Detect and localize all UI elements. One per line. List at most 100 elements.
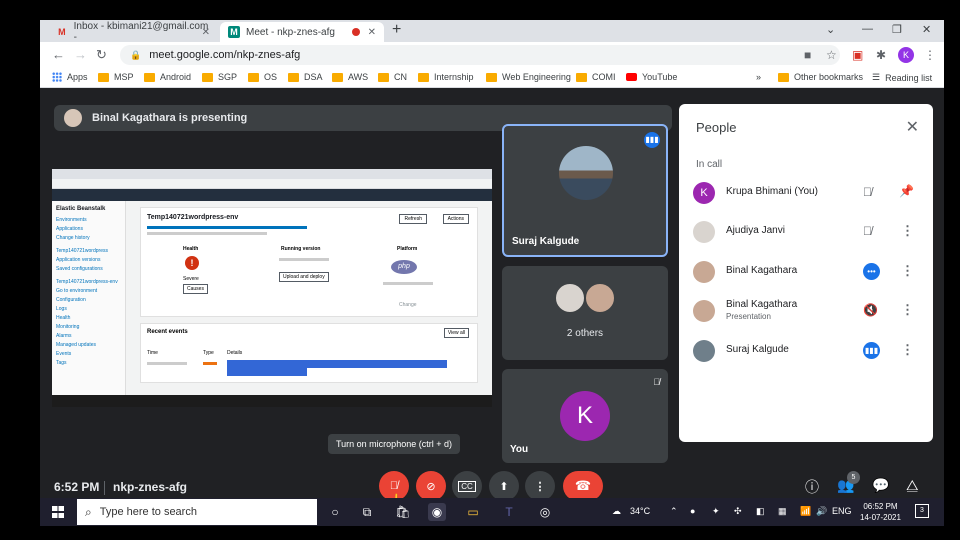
speaking-indicator-icon: ▮▮▮ [863,342,880,359]
more-options-button[interactable]: ⋮ [525,471,555,501]
meeting-time: 6:52 PM [54,480,100,494]
refresh-button: Refresh [399,214,427,224]
more-options-icon[interactable]: ⋮ [901,223,914,239]
camera-toggle-button[interactable]: ⊘ [416,471,446,501]
participant-row[interactable]: Binal Kagathara Presentation 🔇 ⋮ [693,296,923,326]
bookmark-apps[interactable]: Apps [52,72,88,82]
bookmark-aws[interactable]: AWS [332,72,368,82]
bookmark-android[interactable]: Android [144,72,191,82]
bookmark-msp[interactable]: MSP [98,72,134,82]
close-tab-icon[interactable]: ✕ [202,27,210,38]
tab-google-meet[interactable]: M Meet - nkp-znes-afg ✕ [220,22,384,42]
taskbar-search-box[interactable]: ⌕ Type here to search [77,499,317,525]
chrome-icon[interactable]: ◉ [428,503,446,521]
divider [104,481,105,495]
minimize-button[interactable]: — [862,23,873,35]
leave-call-button[interactable]: ☎ [563,471,603,501]
bookmark-cn[interactable]: CN [378,72,407,82]
language-indicator[interactable]: ENG [832,506,852,516]
tab-search-icon[interactable]: ⌄ [826,23,835,36]
bookmark-other-bookmarks[interactable]: Other bookmarks [778,72,863,82]
bookmark-internship[interactable]: Internship [418,72,474,82]
tray-app-icon[interactable]: ✣ [734,506,742,517]
microphone-tooltip: Turn on microphone (ctrl + d) [328,434,460,454]
sidebar-item: Temp140721wordpress [56,248,108,254]
close-window-button[interactable]: ✕ [922,23,931,36]
reading-list-button[interactable]: ☰ Reading list [872,72,932,83]
bookmark-os[interactable]: OS [248,72,277,82]
more-options-icon[interactable]: ⋮ [901,342,914,358]
causes-button: Causes [183,284,208,294]
folder-icon [332,72,343,82]
forward-icon[interactable]: → [74,47,87,62]
participant-row[interactable]: Suraj Kalgude ▮▮▮ ⋮ [693,336,923,366]
star-icon[interactable]: ☆ [826,48,837,62]
tray-chevron-icon[interactable]: ⌃ [670,506,678,517]
new-tab-button[interactable]: + [392,21,401,39]
present-now-button[interactable]: ⬆ [489,471,519,501]
notification-center-icon[interactable]: 3 [915,504,929,518]
participant-subtitle: Presentation [726,312,771,321]
close-tab-icon[interactable]: ✕ [368,27,376,38]
participant-row[interactable]: Ajudiya Janvi 🎙̸ ⋮ [693,217,923,247]
bookmark-dsa[interactable]: DSA [288,72,323,82]
tab-gmail-inbox[interactable]: M Inbox - kbimani21@gmail.com - ✕ [48,21,218,43]
bookmark-comi[interactable]: COMI [576,72,616,82]
url-text: meet.google.com/nkp-znes-afg [149,49,301,61]
shared-screen-aws-navbar [52,189,492,201]
network-icon[interactable]: 📶 [800,506,811,517]
others-tile[interactable]: 2 others [502,266,668,360]
shared-screen[interactable]: Elastic Beanstalk Environments Applicati… [52,169,492,407]
weather-icon[interactable]: ☁ [612,506,621,517]
participant-row[interactable]: Binal Kagathara ••• ⋮ [693,257,923,287]
self-tile[interactable]: 🎙̸ K You [502,369,668,463]
tray-app-icon[interactable]: ◧ [756,506,765,517]
windows-start-icon[interactable] [52,506,64,518]
sidebar-item: Temp140721wordpress-env [56,279,118,285]
tray-app-icon[interactable]: ● [690,506,695,516]
more-options-icon[interactable]: ⋮ [901,263,914,279]
participant-row[interactable]: K Krupa Bhimani (You) 🎙̸ 📌 [693,178,923,208]
meeting-details-icon[interactable]: ⓘ [805,477,819,497]
address-bar[interactable]: 🔒 meet.google.com/nkp-znes-afg [120,45,840,65]
github-icon[interactable]: ◎ [536,503,554,521]
chat-icon[interactable]: 💬 [872,477,889,494]
bookmark-sgp[interactable]: SGP [202,72,237,82]
restore-button[interactable]: ❐ [892,23,902,36]
sidebar-item: Logs [56,306,67,312]
bookmarks-overflow-chevron[interactable]: » [756,72,761,82]
bookmark-web-engineering[interactable]: Web Engineering [486,72,571,82]
tray-app-icon[interactable]: ▦ [778,506,787,517]
events-header-type: Type [203,350,214,356]
weather-temperature[interactable]: 34°C [630,506,650,516]
environment-card: Temp140721wordpress-env Refresh Actions … [140,207,478,317]
captions-button[interactable]: CC [452,471,482,501]
more-options-icon[interactable]: ⋮ [901,302,914,318]
close-icon[interactable]: ✕ [906,117,919,137]
taskbar-clock[interactable]: 06:52 PM 14-07-2021 [860,501,901,523]
store-icon[interactable]: 🛍 [394,503,412,521]
tray-app-icon[interactable]: ✦ [712,506,720,517]
puzzle-icon[interactable]: ✱ [876,48,886,62]
activities-icon[interactable]: ⧋ [906,477,919,494]
reload-icon[interactable]: ↻ [96,47,107,63]
file-explorer-icon[interactable]: ▭ [464,503,482,521]
captions-icon: CC [458,480,476,492]
profile-avatar[interactable]: K [898,47,914,63]
cortana-icon[interactable]: ○ [326,503,344,521]
event-type-line [203,362,217,365]
people-panel: People ✕ In call K Krupa Bhimani (You) 🎙… [679,104,933,442]
sidebar-item: Go to environment [56,288,98,294]
volume-icon[interactable]: 🔊 [816,506,827,517]
bookmark-youtube[interactable]: YouTube [626,72,677,82]
camera-icon[interactable]: ■ [804,48,811,62]
pin-icon[interactable]: 📌 [899,184,914,198]
participant-name: Suraj Kalgude [726,344,789,355]
teams-icon[interactable]: T [500,503,518,521]
speaker-tile[interactable]: ▮▮▮ Suraj Kalgude [502,124,668,257]
task-view-icon[interactable]: ⧉ [358,503,376,521]
environment-url-line [147,226,307,229]
menu-icon[interactable]: ⋮ [924,48,936,62]
back-icon[interactable]: ← [52,47,65,62]
extension-icon[interactable]: ▣ [852,48,863,62]
